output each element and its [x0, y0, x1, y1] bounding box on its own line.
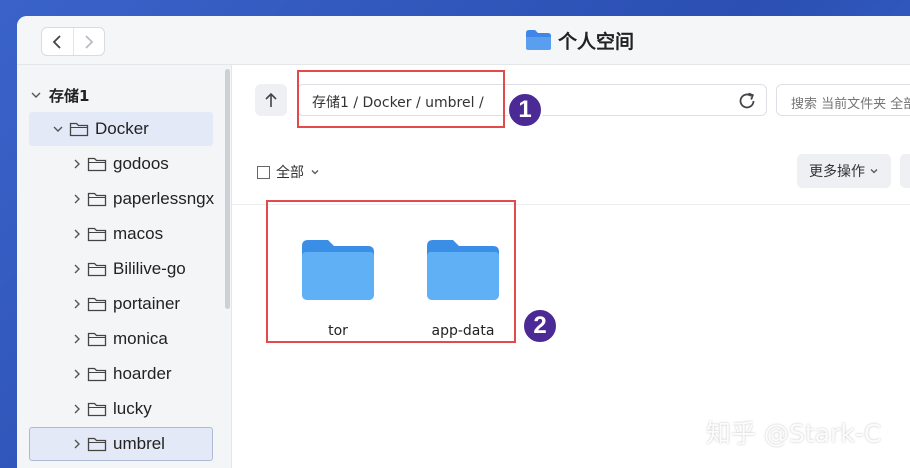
- tree-item-paperlessngx[interactable]: paperlessngx: [29, 182, 225, 216]
- folder-outline-icon: [87, 157, 107, 172]
- watermark: 知乎 @Stark-C: [706, 419, 882, 448]
- more-actions-button[interactable]: 更多操作: [797, 154, 891, 188]
- tree-item-label: umbrel: [113, 434, 165, 453]
- annotation-badge-2: 2: [522, 308, 558, 344]
- tree-item-label: 存储1: [49, 86, 90, 105]
- chevron-right-icon: [74, 299, 80, 309]
- tree-item-label: Docker: [95, 119, 149, 138]
- folder-outline-icon: [87, 332, 107, 347]
- select-all-label: 全部: [276, 165, 304, 181]
- arrow-up-icon: [265, 92, 277, 107]
- forward-button[interactable]: [72, 28, 105, 55]
- select-all-control[interactable]: 全部: [257, 162, 320, 182]
- chevron-right-icon: [74, 369, 80, 379]
- chevron-right-icon: [74, 264, 80, 274]
- tree-item-bililive-go[interactable]: Bililive-go: [29, 252, 225, 286]
- folder-outline-icon: [87, 262, 107, 277]
- chevron-right-icon: [74, 229, 80, 239]
- sidebar-tree: 存储1 Docker godoos paperlessngx macos Bil…: [17, 65, 232, 468]
- tree-item-label: Bililive-go: [113, 259, 186, 278]
- window-title: 个人空间: [525, 27, 634, 53]
- tree-item-portainer[interactable]: portainer: [29, 287, 225, 321]
- tree-item-label: macos: [113, 224, 164, 243]
- tree-item-label: portainer: [113, 294, 181, 313]
- annotation-box-1: [297, 70, 505, 128]
- tree-item-storage1[interactable]: 存储1: [29, 78, 219, 112]
- chevron-right-icon: [74, 194, 80, 204]
- folder-outline-icon: [87, 227, 107, 242]
- tree-item-label: hoarder: [113, 364, 172, 383]
- select-all-checkbox[interactable]: [257, 165, 270, 179]
- chevron-right-icon: [74, 404, 80, 414]
- window-title-text: 个人空间: [558, 30, 635, 53]
- history-nav: [41, 27, 105, 56]
- chevron-right-icon: [85, 34, 94, 49]
- chevron-down-icon: [870, 169, 878, 174]
- tree-item-docker[interactable]: Docker: [29, 112, 213, 146]
- title-bar: 个人空间: [17, 16, 910, 65]
- tree-item-lucky[interactable]: lucky: [29, 392, 225, 426]
- folder-outline-icon: [87, 437, 107, 452]
- tree-item-label: godoos: [113, 154, 169, 173]
- chevron-right-icon: [74, 159, 80, 169]
- more-actions-label: 更多操作: [809, 164, 865, 180]
- chevron-down-icon: [311, 170, 319, 175]
- folder-icon: [526, 30, 551, 50]
- tree-item-macos[interactable]: macos: [29, 217, 225, 251]
- tree-item-hoarder[interactable]: hoarder: [29, 357, 225, 391]
- parent-folder-button[interactable]: [255, 84, 287, 116]
- folder-outline-icon: [87, 367, 107, 382]
- chevron-down-icon: [53, 126, 63, 132]
- chevron-left-icon: [52, 34, 61, 49]
- tree-item-label: lucky: [113, 399, 152, 418]
- annotation-box-2: [266, 200, 516, 343]
- chevron-right-icon: [74, 439, 80, 449]
- tree-item-monica[interactable]: monica: [29, 322, 225, 356]
- upload-button[interactable]: [900, 154, 910, 188]
- tree-item-godoos[interactable]: godoos: [29, 147, 225, 181]
- annotation-badge-1: 1: [507, 92, 543, 128]
- search-input[interactable]: [776, 84, 910, 116]
- refresh-icon[interactable]: [736, 90, 758, 112]
- folder-outline-icon: [87, 192, 107, 207]
- folder-outline-icon: [87, 297, 107, 312]
- back-button[interactable]: [42, 28, 73, 55]
- tree-item-label: monica: [113, 329, 168, 348]
- folder-outline-icon: [69, 122, 89, 137]
- folder-outline-icon: [87, 402, 107, 417]
- chevron-down-icon: [31, 92, 41, 98]
- tree-item-umbrel[interactable]: umbrel: [29, 427, 213, 461]
- chevron-right-icon: [74, 334, 80, 344]
- sidebar-scrollbar[interactable]: [225, 69, 230, 309]
- tree-item-label: paperlessngx: [113, 189, 215, 208]
